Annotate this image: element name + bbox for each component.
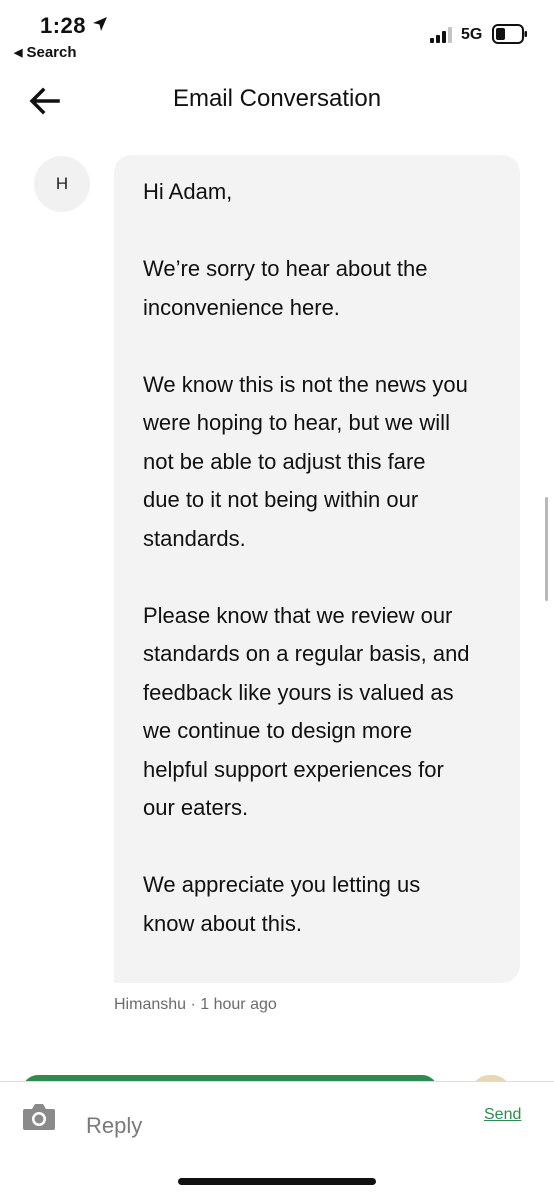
- scrollbar[interactable]: [545, 497, 548, 601]
- meta-separator: ·: [186, 996, 201, 1013]
- message-line: helpful support experiences for: [143, 756, 444, 782]
- message-line: standards on a regular basis, and: [143, 641, 470, 666]
- message-paragraph: Hi Adam,: [143, 173, 496, 212]
- message-meta: Himanshu · 1 hour ago: [114, 996, 277, 1014]
- message-line: We’re sorry to hear about the: [143, 256, 428, 281]
- message-bubble: Hi Adam, We’re sorry to hear about the i…: [114, 155, 520, 983]
- send-button[interactable]: Send: [484, 1106, 521, 1124]
- message-time: 1 hour ago: [200, 996, 277, 1013]
- message-line: our eaters.: [143, 795, 249, 820]
- signal-icon: [430, 27, 452, 43]
- message-line: we continue to design more: [143, 718, 413, 743]
- back-to-search[interactable]: ◀ Search: [14, 44, 77, 61]
- message-line: not be able to adjust this fare: [143, 448, 426, 474]
- reply-input[interactable]: [86, 1106, 456, 1146]
- message-line: inconvenience here.: [143, 294, 340, 320]
- avatar: H: [34, 156, 90, 212]
- message-line: were hoping to hear, but we will: [143, 410, 450, 435]
- status-time: 1:28: [40, 13, 87, 38]
- back-app-label: Search: [26, 44, 77, 61]
- sender-name: Himanshu: [114, 996, 187, 1013]
- message-line: We appreciate you letting us: [143, 872, 421, 897]
- home-indicator[interactable]: [178, 1178, 376, 1185]
- header: Email Conversation: [0, 72, 554, 128]
- status-bar: 1:28 ◀ Search 5G: [0, 0, 554, 70]
- network-label: 5G: [461, 26, 483, 43]
- message-line: due to it not being within our: [143, 487, 419, 512]
- message-paragraph: Please know that we review our standards…: [143, 597, 496, 828]
- message-line: Please know that we review our: [143, 602, 453, 628]
- message-paragraph: We’re sorry to hear about the inconvenie…: [143, 250, 496, 327]
- message-paragraph: We know this is not the news you were ho…: [143, 366, 496, 559]
- message-line: feedback like yours is valued as: [143, 679, 454, 705]
- message-line: know about this.: [143, 910, 302, 936]
- battery-icon: [492, 24, 527, 44]
- back-triangle-icon: ◀: [14, 47, 23, 59]
- message-paragraph: We appreciate you letting us know about …: [143, 866, 496, 943]
- message-line: standards.: [143, 525, 246, 551]
- location-arrow-icon: [93, 17, 107, 31]
- message-line: Hi Adam,: [143, 179, 233, 204]
- camera-icon[interactable]: [22, 1101, 56, 1131]
- page-title: Email Conversation: [172, 85, 382, 112]
- message-line: We know this is not the news you: [143, 371, 468, 397]
